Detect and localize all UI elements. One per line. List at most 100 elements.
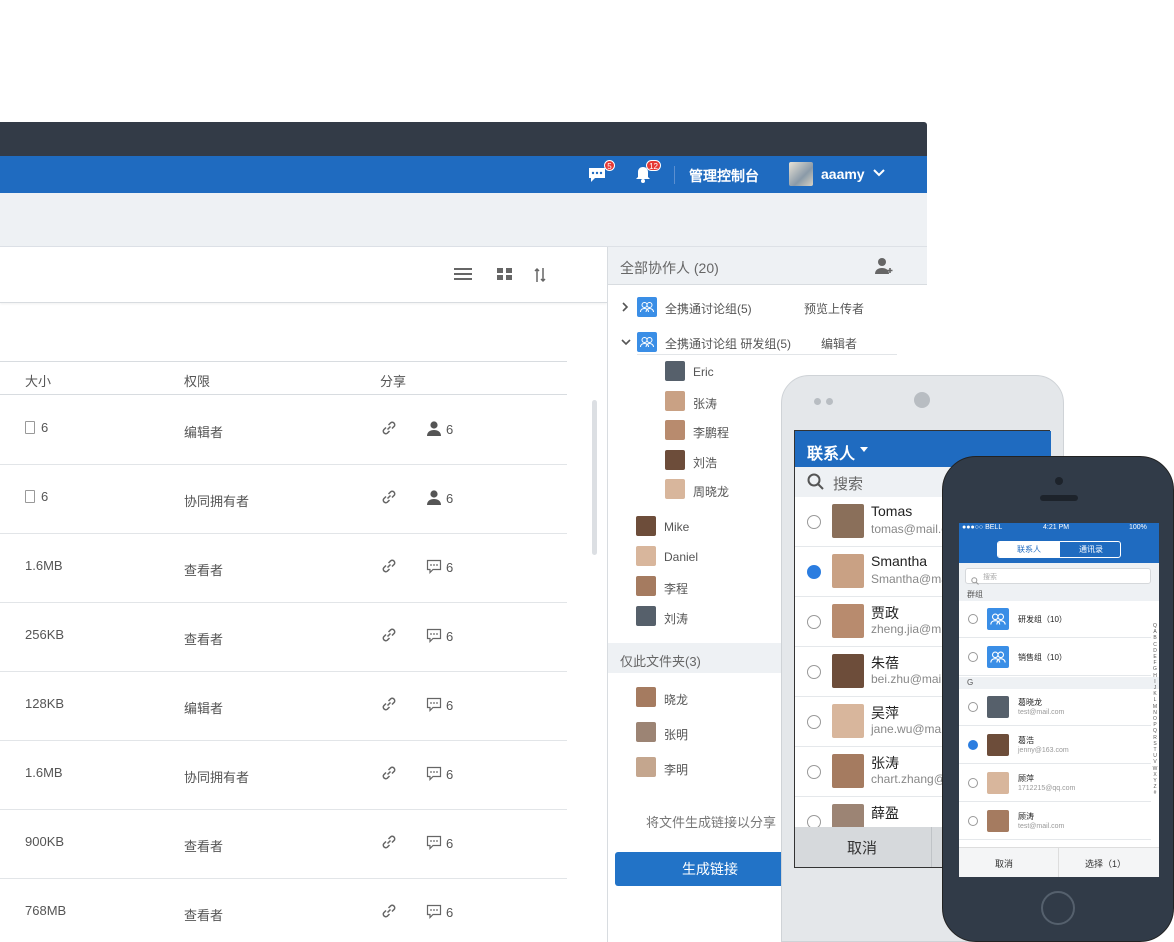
column-permission[interactable]: 权限 <box>184 371 210 390</box>
caret-down-icon[interactable] <box>859 441 869 459</box>
permission-label: 编辑者 <box>184 701 224 716</box>
console-link[interactable]: 管理控制台 <box>689 166 759 186</box>
contact-avatar <box>832 654 864 688</box>
tab-addressbook[interactable]: 通讯录 <box>1060 542 1120 557</box>
collab-member[interactable]: Mike <box>636 516 796 538</box>
cancel-button[interactable]: 取消 <box>847 837 877 858</box>
group-role: 编辑者 <box>821 337 858 351</box>
chevron-right-icon[interactable] <box>620 301 630 316</box>
chevron-down-icon[interactable] <box>872 165 886 184</box>
add-user-icon[interactable] <box>874 257 894 280</box>
column-size[interactable]: 大小 <box>25 371 51 390</box>
table-row[interactable]: 768MB 查看者 6 <box>0 879 567 942</box>
table-row[interactable]: 1.6MB 查看者 6 <box>0 534 567 603</box>
radio[interactable] <box>968 816 978 826</box>
select-button[interactable]: 选择（1） <box>1085 857 1126 870</box>
sensor-dot <box>814 398 821 405</box>
table-row[interactable]: 1.6MB 协同拥有者 6 <box>0 741 567 810</box>
collab-member[interactable]: 李程 <box>636 576 796 598</box>
home-button[interactable] <box>1041 891 1075 925</box>
table-row[interactable]: 900KB 查看者 6 <box>0 810 567 879</box>
table-row[interactable]: 6 协同拥有者 6 <box>0 465 567 534</box>
bell-icon[interactable]: 12 <box>633 160 661 186</box>
message-icon[interactable]: 5 <box>587 160 615 186</box>
table-row[interactable]: 128KB 编辑者 6 <box>0 672 567 741</box>
radio[interactable] <box>968 778 978 788</box>
link-icon[interactable] <box>380 626 398 644</box>
tab-contacts[interactable]: 联系人 <box>998 542 1060 557</box>
sub-toolbar <box>0 193 927 247</box>
share-count: 6 <box>446 491 454 506</box>
link-icon[interactable] <box>380 764 398 782</box>
list-view-icon[interactable] <box>454 267 472 286</box>
radio[interactable] <box>807 615 821 629</box>
group-icon <box>637 297 657 317</box>
cancel-button[interactable]: 取消 <box>995 857 1013 870</box>
contact-row[interactable]: 顾萍 1712215@qq.com <box>959 765 1151 802</box>
link-icon[interactable] <box>380 833 398 851</box>
collab-group[interactable]: 全携通讨论组(5) 预览上传者 <box>608 297 908 321</box>
avatar <box>665 420 685 440</box>
scrollbar[interactable] <box>592 400 597 555</box>
nav-divider <box>674 166 675 184</box>
checked-radio[interactable] <box>807 565 821 579</box>
earpiece <box>1040 495 1078 501</box>
radio[interactable] <box>807 665 821 679</box>
alpha-index[interactable]: Q A B C D E F G H I J K L M N O P Q R S T U V W X Y Z # <box>1151 623 1159 797</box>
contacts-title[interactable]: 联系人 <box>807 440 855 464</box>
checked-radio[interactable] <box>968 740 978 750</box>
contact-email: jane.wu@mail. <box>871 722 950 736</box>
member-name: 李明 <box>664 763 689 777</box>
user-icon <box>426 420 442 436</box>
table-row[interactable]: 6 编辑者 6 <box>0 396 567 465</box>
search-field[interactable]: 搜索 <box>965 568 1151 585</box>
radio[interactable] <box>807 765 821 779</box>
avatar <box>636 576 656 596</box>
link-icon[interactable] <box>380 695 398 713</box>
table-row[interactable]: 256KB 查看者 6 <box>0 603 567 672</box>
file-size-value: 768MB <box>25 903 67 918</box>
file-size-value: 128KB <box>25 696 65 711</box>
index-letter[interactable]: # <box>1151 790 1159 796</box>
front-camera <box>914 392 930 408</box>
link-icon[interactable] <box>380 902 398 920</box>
username[interactable]: aaamy <box>821 166 865 182</box>
radio[interactable] <box>968 702 978 712</box>
front-camera <box>1055 477 1063 485</box>
column-share[interactable]: 分享 <box>380 371 406 390</box>
group-row[interactable]: 销售组（10） <box>959 639 1151 676</box>
group-name: 销售组（10） <box>1018 653 1067 662</box>
radio[interactable] <box>807 715 821 729</box>
iphone: ●●●○○ BELL 4:21 PM 100% 联系人 通讯录 搜索 群组 研发… <box>942 456 1174 942</box>
contact-row[interactable]: 葛浩 jenny@163.com <box>959 727 1151 764</box>
radio[interactable] <box>968 652 978 662</box>
link-icon[interactable] <box>380 557 398 575</box>
collab-member[interactable]: 刘涛 <box>636 606 796 628</box>
segment-control[interactable]: 联系人 通讯录 <box>997 541 1121 558</box>
folder-member[interactable]: 晓龙 <box>636 687 796 709</box>
link-icon[interactable] <box>380 488 398 506</box>
grid-view-icon[interactable] <box>497 267 513 286</box>
link-icon[interactable] <box>380 419 398 437</box>
sort-icon[interactable] <box>534 267 546 288</box>
collab-group[interactable]: 全携通讨论组 研发组(5) 编辑者 <box>608 332 908 356</box>
user-avatar[interactable] <box>789 162 813 186</box>
contact-email: Smantha@ma <box>871 572 948 586</box>
folder-only-title: 仅此文件夹(3) <box>620 654 701 669</box>
group-row[interactable]: 研发组（10） <box>959 601 1151 638</box>
contact-row[interactable]: 顾涛 test@mail.com <box>959 803 1151 840</box>
radio[interactable] <box>968 614 978 624</box>
radio[interactable] <box>807 515 821 529</box>
comment-icon <box>426 834 442 850</box>
contact-name: 顾涛 <box>1018 812 1034 821</box>
contact-row[interactable]: 葛晓龙 test@mail.com <box>959 689 1151 726</box>
collab-member[interactable]: Daniel <box>636 546 796 568</box>
contact-avatar <box>832 754 864 788</box>
iphone-footer: 取消 选择（1） <box>959 847 1159 877</box>
folder-member[interactable]: 李明 <box>636 757 796 779</box>
contact-email: jenny@163.com <box>1018 747 1069 754</box>
folder-member[interactable]: 张明 <box>636 722 796 744</box>
contact-avatar <box>987 810 1009 832</box>
chevron-down-icon[interactable] <box>620 336 632 350</box>
generate-link-button[interactable]: 生成链接 <box>615 852 805 886</box>
